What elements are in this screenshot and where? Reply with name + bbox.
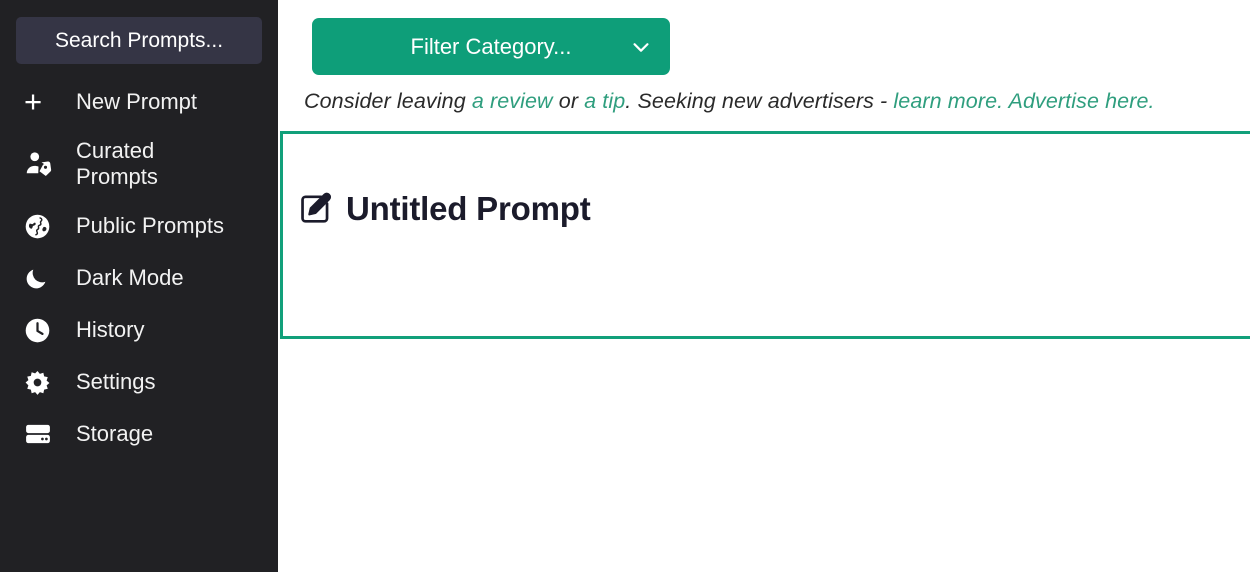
card-spacer — [278, 339, 1250, 379]
sidebar-item-history[interactable]: History — [0, 304, 278, 356]
ad-link-advertise-here[interactable]: Advertise here. — [1009, 89, 1155, 113]
plus-icon: + — [24, 83, 43, 119]
clock-icon — [24, 317, 62, 344]
ad-text-segment-2: or — [552, 89, 585, 113]
sidebar-item-label: Curated Prompts — [76, 138, 158, 189]
prompt-title: Untitled Prompt — [346, 190, 591, 227]
user-tag-icon — [24, 149, 62, 179]
toolbar: Filter Category... — [278, 0, 1250, 75]
sidebar-item-label: Public Prompts — [76, 213, 224, 239]
ad-link-tip[interactable]: a tip — [584, 89, 625, 113]
sidebar-item-label: Dark Mode — [76, 265, 184, 291]
prompt-title-row: Untitled Prompt — [283, 134, 1250, 228]
moon-icon — [24, 266, 62, 291]
chevron-down-icon — [630, 36, 652, 58]
ad-link-review[interactable]: a review — [472, 89, 553, 113]
edit-square-pencil-icon[interactable] — [297, 191, 333, 227]
sidebar-nav: + New Prompt Curated Prompts Public Prom… — [0, 76, 278, 460]
gear-icon — [24, 369, 62, 396]
sidebar-item-storage[interactable]: Storage — [0, 408, 278, 460]
sidebar-item-curated-prompts[interactable]: Curated Prompts — [0, 128, 278, 200]
filter-category-label: Filter Category... — [410, 33, 572, 59]
sidebar-item-label: History — [76, 317, 145, 343]
prompt-card[interactable]: Untitled Prompt — [280, 131, 1250, 339]
ad-link-learn-more[interactable]: learn more. — [893, 89, 1003, 113]
sidebar: + New Prompt Curated Prompts — [0, 0, 278, 572]
sidebar-item-new-prompt[interactable]: + New Prompt — [0, 76, 278, 128]
ad-text-segment-3: . Seeking new advertisers - — [625, 89, 894, 113]
sidebar-item-settings[interactable]: Settings — [0, 356, 278, 408]
globe-icon — [24, 213, 62, 240]
ad-text-segment-1: Consider leaving — [304, 89, 472, 113]
main-content: Filter Category... Consider leaving a re… — [278, 0, 1250, 572]
sidebar-item-label: New Prompt — [76, 89, 198, 115]
sidebar-item-public-prompts[interactable]: Public Prompts — [0, 200, 278, 252]
advertisement-line: Consider leaving a review or a tip. Seek… — [278, 89, 1250, 114]
sidebar-item-dark-mode[interactable]: Dark Mode — [0, 252, 278, 304]
app-root: + New Prompt Curated Prompts — [0, 0, 1250, 572]
server-icon — [24, 420, 62, 448]
search-container — [0, 0, 278, 64]
sidebar-item-label: Storage — [76, 421, 154, 447]
filter-category-button[interactable]: Filter Category... — [312, 18, 670, 75]
search-prompts-input[interactable] — [16, 17, 262, 64]
sidebar-item-label: Settings — [76, 369, 156, 395]
